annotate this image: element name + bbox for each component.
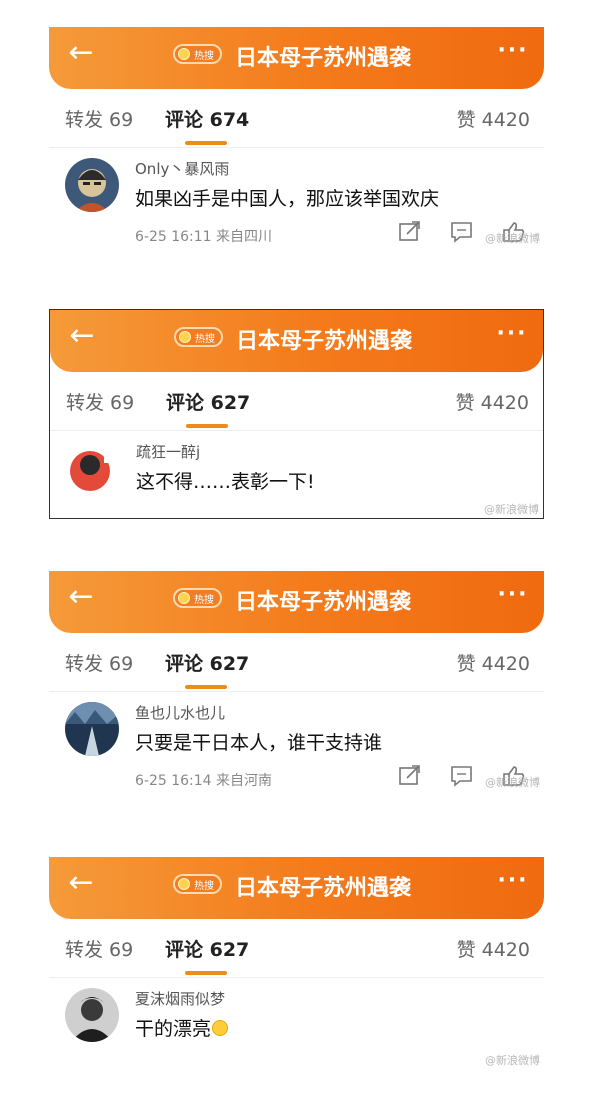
comment-text: 如果凶手是中国人，那应该举国欢庆 [135, 188, 440, 210]
hot-badge-dot-icon [178, 48, 190, 60]
avatar[interactable] [65, 702, 119, 756]
comment-text: 只要是干日本人，谁干支持谁 [135, 732, 383, 754]
tab-likes[interactable]: 赞 4420 [456, 388, 529, 415]
watermark: @新浪微博 [485, 776, 540, 789]
arrow-left-icon[interactable]: ← [64, 321, 100, 352]
topic-title[interactable]: 日本母子苏州遇袭 [235, 40, 411, 72]
tab-likes[interactable]: 赞 4420 [457, 935, 530, 962]
badge-label: 热搜 [194, 880, 214, 892]
more-dots-icon[interactable]: ··· [496, 40, 530, 65]
topic-title[interactable]: 日本母子苏州遇袭 [235, 584, 411, 616]
grin-emoji-icon [212, 1020, 229, 1036]
comment-text: 这不得……表彰一下! [136, 471, 315, 493]
hot-badge-dot-icon [178, 592, 190, 604]
hot-badge-dot-icon [179, 331, 191, 343]
comment-meta: 6-25 16:14 来自河南 [135, 773, 273, 789]
reply-icon[interactable] [449, 764, 475, 788]
more-dots-icon[interactable]: ··· [496, 584, 530, 609]
screenshot-panel-1: ← 热搜 日本母子苏州遇袭 ··· 转发 69 评论 674 赞 4420 On… [49, 27, 544, 259]
screenshot-panel-4: ← 热搜 日本母子苏州遇袭 ··· 转发 69 评论 627 赞 4420 夏沫… [49, 857, 544, 1071]
comment-item: Only丶暴风雨 如果凶手是中国人，那应该举国欢庆 6-25 16:11 来自四… [49, 148, 544, 248]
avatar[interactable] [65, 158, 119, 212]
comment-username[interactable]: 鱼也儿水也儿 [135, 702, 225, 723]
badge-label: 热搜 [195, 333, 215, 345]
topic-title[interactable]: 日本母子苏州遇袭 [235, 870, 411, 902]
top-bar: ← 热搜 日本母子苏州遇袭 ··· [49, 857, 544, 919]
tab-repost[interactable]: 转发 69 [65, 935, 133, 962]
avatar[interactable] [65, 988, 119, 1042]
topic-title[interactable]: 日本母子苏州遇袭 [236, 323, 412, 355]
badge-label: 热搜 [194, 50, 214, 62]
tab-comments[interactable]: 评论 627 [165, 649, 249, 676]
tab-comments[interactable]: 评论 627 [166, 388, 250, 415]
tab-comments[interactable]: 评论 627 [165, 935, 249, 962]
hot-badge-dot-icon [178, 878, 190, 890]
screenshot-panel-2: ← 热搜 日本母子苏州遇袭 ··· 转发 69 评论 627 赞 4420 疏狂… [49, 309, 544, 519]
tab-comments[interactable]: 评论 674 [165, 105, 249, 132]
screenshot-panel-3: ← 热搜 日本母子苏州遇袭 ··· 转发 69 评论 627 赞 4420 鱼也… [49, 571, 544, 803]
hot-search-badge: 热搜 [174, 327, 223, 347]
more-dots-icon[interactable]: ··· [495, 323, 529, 348]
arrow-left-icon[interactable]: ← [63, 38, 99, 69]
comment-item: 夏沫烟雨似梦 干的漂亮 @新浪微博 [49, 978, 544, 1070]
avatar[interactable] [66, 441, 120, 495]
share-icon[interactable] [397, 764, 423, 788]
active-tab-indicator [185, 685, 227, 689]
tab-repost[interactable]: 转发 69 [65, 105, 133, 132]
active-tab-indicator [185, 141, 227, 145]
hot-search-badge: 热搜 [173, 44, 222, 64]
comment-item: 疏狂一醉j 这不得……表彰一下! @新浪微博 [50, 431, 543, 518]
comment-text-content: 干的漂亮 [135, 1018, 212, 1040]
share-icon[interactable] [397, 220, 423, 244]
tab-likes[interactable]: 赞 4420 [457, 105, 530, 132]
arrow-left-icon[interactable]: ← [63, 582, 99, 613]
comment-item: 鱼也儿水也儿 只要是干日本人，谁干支持谁 6-25 16:14 来自河南 @新浪… [49, 692, 544, 792]
active-tab-indicator [186, 424, 228, 428]
comment-username[interactable]: 夏沫烟雨似梦 [135, 988, 225, 1009]
tab-likes[interactable]: 赞 4420 [457, 649, 530, 676]
comment-username[interactable]: 疏狂一醉j [136, 441, 200, 462]
comment-text: 干的漂亮 [135, 1014, 229, 1041]
reply-icon[interactable] [449, 220, 475, 244]
tab-repost[interactable]: 转发 69 [66, 388, 134, 415]
watermark: @新浪微博 [485, 232, 540, 245]
arrow-left-icon[interactable]: ← [63, 868, 99, 899]
top-bar: ← 热搜 日本母子苏州遇袭 ··· [50, 310, 543, 372]
more-dots-icon[interactable]: ··· [496, 870, 530, 895]
tab-bar: 转发 69 评论 674 赞 4420 [49, 89, 544, 148]
hot-search-badge: 热搜 [173, 588, 222, 608]
badge-label: 热搜 [194, 594, 214, 606]
tab-bar: 转发 69 评论 627 赞 4420 [50, 372, 543, 431]
watermark: @新浪微博 [485, 1054, 540, 1067]
top-bar: ← 热搜 日本母子苏州遇袭 ··· [49, 571, 544, 633]
tab-bar: 转发 69 评论 627 赞 4420 [49, 919, 544, 978]
tab-bar: 转发 69 评论 627 赞 4420 [49, 633, 544, 692]
active-tab-indicator [185, 971, 227, 975]
top-bar: ← 热搜 日本母子苏州遇袭 ··· [49, 27, 544, 89]
watermark: @新浪微博 [484, 503, 539, 516]
comment-meta: 6-25 16:11 来自四川 [135, 229, 273, 245]
comment-username[interactable]: Only丶暴风雨 [135, 158, 229, 179]
tab-repost[interactable]: 转发 69 [65, 649, 133, 676]
hot-search-badge: 热搜 [173, 874, 222, 894]
